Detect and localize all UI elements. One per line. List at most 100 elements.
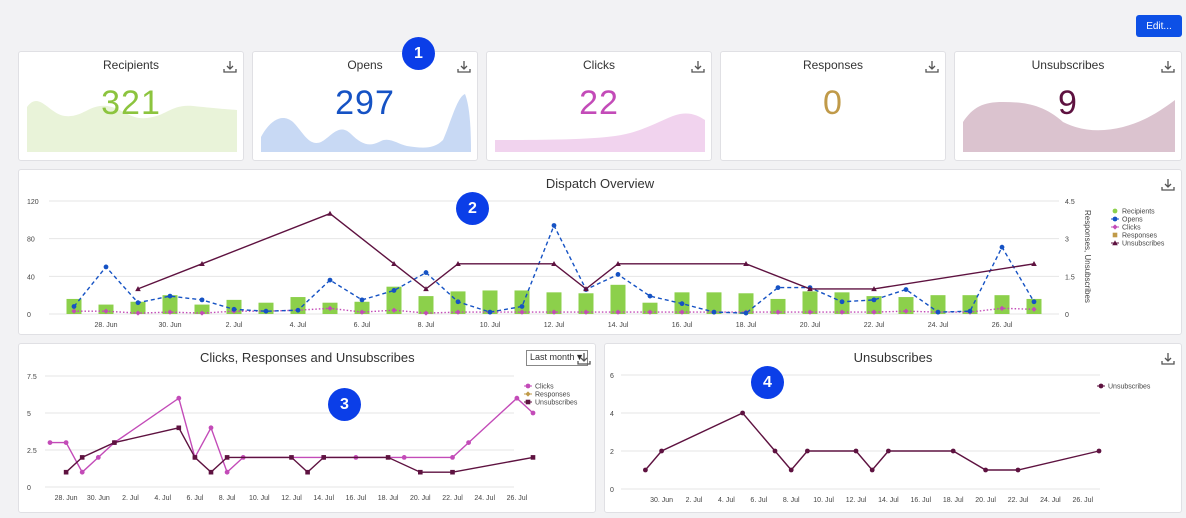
point-clicks	[466, 440, 471, 445]
x-tick-label: 26. Jul	[992, 322, 1013, 329]
kpi-card-clicks: Clicks 22	[486, 51, 712, 161]
point-unsubscribes	[950, 448, 956, 454]
line-clicks	[50, 397, 534, 474]
y-right-tick-label: 3	[1065, 237, 1069, 244]
clicks-responses-unsubscribes-chart: 0 2.5 5 7.5 28. Jun 30. Jun 2. Jul 4. Jul 6. Jul…	[27, 374, 578, 502]
point-opens	[103, 264, 109, 270]
legend-unsub-swatch	[1098, 383, 1104, 389]
x-tick-label: 22. Jul	[442, 495, 463, 502]
point-opens	[519, 304, 525, 309]
point-unsubscribes	[805, 448, 810, 454]
line-unsubscribes	[137, 212, 1035, 290]
x-tick-label: 16. Jul	[346, 495, 367, 502]
y-tick-label: 2	[610, 449, 614, 456]
point-opens	[199, 297, 205, 303]
point-clicks	[401, 455, 407, 460]
point-opens	[647, 293, 653, 299]
point-opens	[487, 309, 493, 315]
x-tick-label: 28. Jun	[95, 322, 118, 329]
x-tick-label: 24. Jul	[928, 322, 949, 329]
y-tick-label: 0	[610, 487, 614, 494]
x-tick-label: 22. Jul	[864, 322, 885, 329]
x-tick-label: 12. Jul	[544, 322, 565, 329]
point-opens	[903, 287, 909, 292]
kpi-title: Responses	[802, 58, 864, 72]
point-unsubscribes	[1015, 467, 1021, 473]
y-tick-label: 7.5	[27, 374, 37, 381]
point-opens	[871, 297, 877, 303]
point-unsubscribes	[418, 469, 423, 475]
legend-overview-swatch	[1112, 224, 1118, 230]
x-tick-label: 26. Jul	[507, 495, 528, 502]
point-opens	[839, 299, 845, 305]
download-icon[interactable]	[223, 60, 237, 74]
point-opens	[935, 309, 941, 315]
y-tick-label: 4	[610, 411, 614, 418]
kpi-title: Recipients	[102, 58, 160, 72]
point-clicks	[47, 440, 53, 445]
x-tick-label: 14. Jul	[608, 322, 629, 329]
download-icon[interactable]	[457, 60, 471, 74]
legend-overview-label: Unsubscribes	[1122, 241, 1165, 248]
x-tick-label: 8. Jul	[418, 322, 435, 329]
point-unsubscribes	[853, 448, 859, 454]
point-opens	[1031, 299, 1037, 305]
point-unsubscribes	[63, 469, 69, 475]
dispatch-overview-chart: 0 40 80 120 0 1.5 3 4.5 Responses, Unsubscribes 2…	[27, 199, 1165, 329]
x-tick-label: 16. Jul	[672, 322, 693, 329]
badge-3: 3	[328, 388, 361, 421]
x-tick-label: 20. Jul	[975, 497, 996, 504]
x-tick-label: 10. Jul	[813, 497, 834, 504]
kpi-value: 22	[579, 84, 619, 122]
kpi-card-recipients: Recipients 321	[18, 51, 244, 161]
y-tick-label: 0	[27, 485, 31, 492]
x-tick-label: 6. Jul	[750, 497, 767, 504]
y-tick-label: 0	[27, 312, 31, 319]
download-icon[interactable]	[925, 60, 939, 74]
y-right-tick-label: 1.5	[1065, 274, 1075, 281]
point-unsubscribes	[450, 469, 455, 475]
legend-cru-label: Responses	[535, 392, 571, 399]
point-clicks	[95, 455, 101, 460]
clicks-responses-unsubscribes-panel: Clicks, Responses and Unsubscribes Last …	[18, 343, 596, 513]
point-clicks	[450, 455, 455, 460]
point-unsubscribes	[530, 455, 536, 460]
point-unsubscribes	[983, 467, 988, 473]
point-unsubscribes	[176, 425, 182, 431]
badge-4: 4	[751, 366, 784, 399]
legend-cru-swatch	[525, 399, 531, 405]
legend-overview-label: Recipients	[1122, 209, 1155, 216]
point-unsubscribes	[327, 210, 333, 216]
point-opens	[167, 293, 173, 299]
legend-overview-label: Clicks	[1122, 225, 1141, 232]
legend-overview-label: Opens	[1122, 217, 1143, 224]
point-unsubscribes	[1096, 448, 1102, 454]
point-opens	[455, 299, 461, 305]
point-opens	[711, 309, 717, 315]
y-tick-label: 5	[27, 411, 31, 418]
unsubscribes-panel: Unsubscribes 0 2 4 6 30. Jun 2. Jul 4. Jul 6. J…	[604, 343, 1182, 513]
x-tick-label: 24. Jul	[474, 495, 495, 502]
download-icon[interactable]	[691, 60, 705, 74]
legend-unsub-label: Unsubscribes	[1108, 384, 1151, 391]
x-tick-label: 18. Jul	[736, 322, 757, 329]
x-tick-label: 2. Jul	[226, 322, 243, 329]
legend-cru-swatch	[525, 383, 531, 389]
dispatch-overview-panel: Dispatch Overview 0 40 80 120 0 1.5 3 4.5 Respon…	[18, 169, 1182, 335]
edit-button[interactable]: Edit...	[1136, 15, 1182, 37]
x-tick-label: 10. Jul	[249, 495, 270, 502]
download-icon[interactable]	[1161, 60, 1175, 74]
point-unsubscribes	[79, 455, 85, 460]
x-tick-label: 18. Jul	[943, 497, 964, 504]
y-tick-label: 6	[610, 373, 614, 380]
point-clicks	[530, 410, 536, 416]
x-tick-label: 26. Jul	[1072, 497, 1093, 504]
line-unsubscribes	[644, 412, 1100, 472]
point-unsubscribes	[305, 469, 310, 475]
x-tick-label: 14. Jul	[878, 497, 899, 504]
y-tick-label: 80	[27, 237, 35, 244]
point-opens	[231, 306, 237, 312]
legend-cru-label: Unsubscribes	[535, 400, 578, 407]
x-tick-label: 28. Jun	[55, 495, 78, 502]
legend-cru-label: Clicks	[535, 384, 554, 391]
